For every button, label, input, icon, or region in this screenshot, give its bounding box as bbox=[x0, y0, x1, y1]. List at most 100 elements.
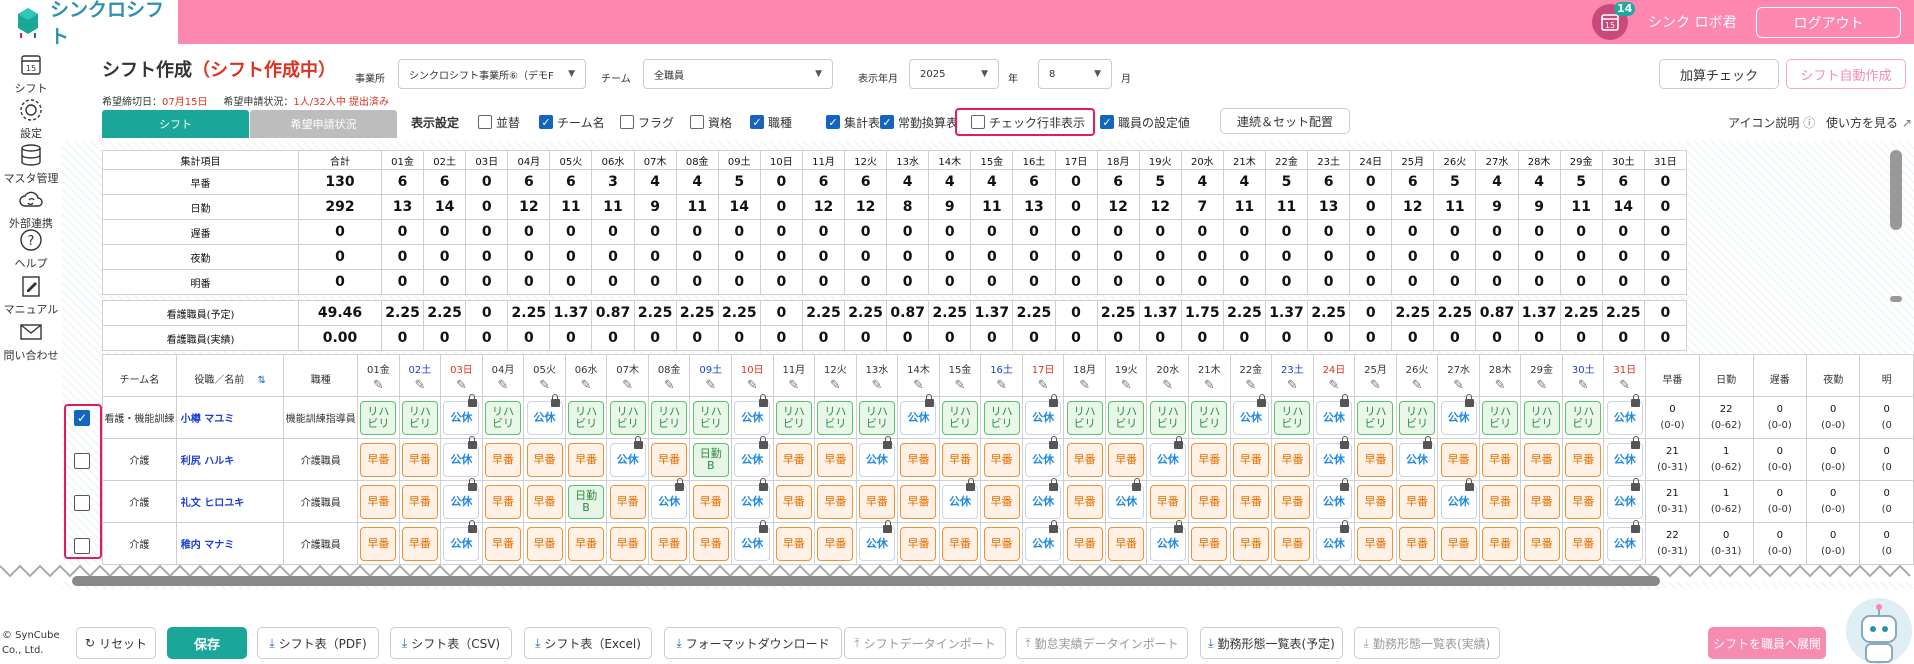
pencil-icon[interactable]: ✎ bbox=[774, 378, 815, 393]
staff-name[interactable]: 小樽 マユミ bbox=[175, 396, 285, 439]
pencil-icon[interactable]: ✎ bbox=[1314, 378, 1355, 393]
shift-chip[interactable]: リハ ビリ bbox=[1357, 400, 1394, 435]
day-column-header[interactable]: 07木 ✎ bbox=[606, 354, 649, 397]
shift-chip[interactable]: 早番 bbox=[1357, 484, 1394, 519]
shift-cell[interactable]: 公休 bbox=[1603, 436, 1647, 481]
day-column-header[interactable]: 16土 ✎ bbox=[980, 354, 1023, 397]
shift-cell[interactable]: リハ ビリ bbox=[855, 396, 899, 439]
shift-chip[interactable]: 早番 bbox=[983, 484, 1020, 519]
shift-chip[interactable]: 早番 bbox=[900, 526, 937, 561]
day-column-header[interactable]: 15金 ✎ bbox=[938, 354, 982, 397]
pencil-icon[interactable]: ✎ bbox=[940, 378, 981, 393]
shift-cell[interactable]: 公休 bbox=[1312, 478, 1356, 523]
shift-chip[interactable]: 早番 bbox=[775, 526, 812, 561]
robot-assistant-icon[interactable] bbox=[1846, 598, 1912, 664]
shift-cell[interactable]: 早番 bbox=[1063, 522, 1106, 565]
shift-chip[interactable]: リハ ビリ bbox=[1482, 400, 1519, 435]
day-column-header[interactable]: 25月 ✎ bbox=[1354, 354, 1397, 397]
shift-cell[interactable]: 早番 bbox=[938, 522, 982, 565]
shift-cell[interactable]: 早番 bbox=[1437, 522, 1480, 565]
sidebar-item-shift[interactable]: 15 シフト bbox=[0, 52, 62, 96]
shift-cell[interactable]: 早番 bbox=[523, 522, 566, 565]
pencil-icon[interactable]: ✎ bbox=[441, 378, 482, 393]
pencil-icon[interactable]: ✎ bbox=[1064, 378, 1105, 393]
shift-chip[interactable]: 早番 bbox=[1108, 442, 1145, 477]
day-column-header[interactable]: 28木 ✎ bbox=[1478, 354, 1522, 397]
shift-chip[interactable]: 早番 bbox=[401, 442, 438, 477]
icon-help-link[interactable]: アイコン説明 ⓘ bbox=[1728, 114, 1815, 131]
shift-chip[interactable]: 早番 bbox=[1440, 442, 1477, 477]
shift-cell[interactable]: 早番 bbox=[1063, 480, 1106, 523]
shift-cell[interactable]: 早番 bbox=[523, 438, 566, 481]
shift-chip[interactable]: 早番 bbox=[1274, 442, 1311, 477]
shift-chip[interactable]: リハ ビリ bbox=[1274, 400, 1311, 435]
shift-import-button[interactable]: ⤒ シフトデータインポート bbox=[844, 627, 1006, 659]
shift-chip[interactable]: リハ ビリ bbox=[484, 400, 521, 435]
shift-chip[interactable]: 早番 bbox=[775, 442, 812, 477]
horizontal-scrollbar[interactable] bbox=[72, 576, 1660, 586]
shift-cell[interactable]: 早番 bbox=[647, 522, 691, 565]
shift-chip[interactable]: 早番 bbox=[401, 526, 438, 561]
shift-chip[interactable]: 早番 bbox=[942, 526, 978, 561]
pencil-icon[interactable]: ✎ bbox=[400, 378, 441, 393]
shift-chip[interactable]: 早番 bbox=[1523, 442, 1560, 477]
pencil-icon[interactable]: ✎ bbox=[524, 378, 565, 393]
day-column-header[interactable]: 11月 ✎ bbox=[772, 354, 816, 397]
deploy-to-staff-button[interactable]: シフトを職員へ展開 bbox=[1708, 627, 1826, 659]
shift-cell[interactable]: リハ ビリ bbox=[1063, 396, 1106, 439]
shift-cell[interactable]: リハ ビリ bbox=[647, 396, 691, 439]
shift-chip[interactable]: 早番 bbox=[900, 442, 937, 477]
shift-cell[interactable]: 早番 bbox=[772, 480, 816, 523]
shift-cell[interactable]: 早番 bbox=[1188, 522, 1231, 565]
shift-cell[interactable]: 早番 bbox=[1561, 480, 1605, 523]
shift-cell[interactable]: 早番 bbox=[1229, 480, 1273, 523]
logout-button[interactable]: ログアウト bbox=[1756, 7, 1901, 38]
shift-chip[interactable]: 早番 bbox=[1066, 526, 1103, 561]
shift-cell[interactable]: リハ ビリ bbox=[1354, 396, 1397, 439]
sort-icon[interactable]: ⇅ bbox=[254, 375, 266, 386]
shift-chip[interactable]: リハ ビリ bbox=[1565, 400, 1602, 435]
shift-chip[interactable]: 早番 bbox=[1274, 526, 1311, 561]
shift-chip[interactable]: 早番 bbox=[651, 442, 688, 477]
pencil-icon[interactable]: ✎ bbox=[1272, 378, 1313, 393]
shift-cell[interactable]: 早番 bbox=[1063, 438, 1106, 481]
shift-cell[interactable]: 公休 bbox=[855, 436, 899, 481]
shift-cell[interactable]: 早番 bbox=[1354, 438, 1397, 481]
shift-chip[interactable]: 早番 bbox=[1232, 526, 1269, 561]
actual-list-button[interactable]: ⤓ 勤務形態一覧表(実績) bbox=[1354, 627, 1500, 659]
shift-chip[interactable]: 早番 bbox=[983, 526, 1020, 561]
checkbox[interactable] bbox=[478, 115, 492, 129]
shift-cell[interactable]: 公休 bbox=[1603, 478, 1647, 523]
staff-name[interactable]: 利尻 ハルキ bbox=[175, 438, 285, 481]
shift-cell[interactable]: 日勤 B bbox=[564, 480, 608, 523]
shift-cell[interactable]: 早番 bbox=[1520, 522, 1563, 565]
shift-cell[interactable]: 公休 bbox=[938, 478, 982, 523]
shift-cell[interactable]: 早番 bbox=[980, 522, 1023, 565]
shift-cell[interactable]: 早番 bbox=[357, 480, 400, 523]
shift-cell[interactable]: 早番 bbox=[481, 480, 525, 523]
pencil-icon[interactable]: ✎ bbox=[1231, 378, 1272, 393]
shift-cell[interactable]: 公休 bbox=[1437, 478, 1480, 523]
day-column-header[interactable]: 22金 ✎ bbox=[1229, 354, 1273, 397]
attendance-import-button[interactable]: ⤒ 勤怠実績データインポート bbox=[1016, 627, 1188, 659]
shift-cell[interactable]: 公休 bbox=[647, 478, 691, 523]
shift-chip[interactable]: 早番 bbox=[1482, 442, 1519, 477]
shift-cell[interactable]: 早番 bbox=[938, 438, 982, 481]
pdf-download-button[interactable]: ⤓ シフト表（PDF) bbox=[257, 627, 379, 659]
shift-cell[interactable]: 早番 bbox=[1271, 438, 1314, 481]
shift-chip[interactable]: 早番 bbox=[1523, 484, 1560, 519]
shift-chip[interactable]: 早番 bbox=[692, 526, 729, 561]
pencil-icon[interactable]: ✎ bbox=[649, 378, 690, 393]
shift-cell[interactable]: 公休 bbox=[731, 478, 774, 523]
shift-cell[interactable]: 早番 bbox=[689, 522, 732, 565]
shift-cell[interactable]: 早番 bbox=[1354, 522, 1397, 565]
shift-chip[interactable]: リハ ビリ bbox=[858, 400, 895, 435]
shift-cell[interactable]: リハ ビリ bbox=[938, 396, 982, 439]
shift-cell[interactable]: 早番 bbox=[481, 522, 525, 565]
checkbox[interactable] bbox=[690, 115, 704, 129]
day-column-header[interactable]: 29金 ✎ bbox=[1520, 354, 1563, 397]
app-logo[interactable]: シンクロシフト bbox=[0, 0, 178, 48]
shift-cell[interactable]: 早番 bbox=[398, 438, 442, 481]
shift-chip[interactable]: 早番 bbox=[1191, 526, 1228, 561]
day-column-header[interactable]: 30土 ✎ bbox=[1561, 354, 1605, 397]
